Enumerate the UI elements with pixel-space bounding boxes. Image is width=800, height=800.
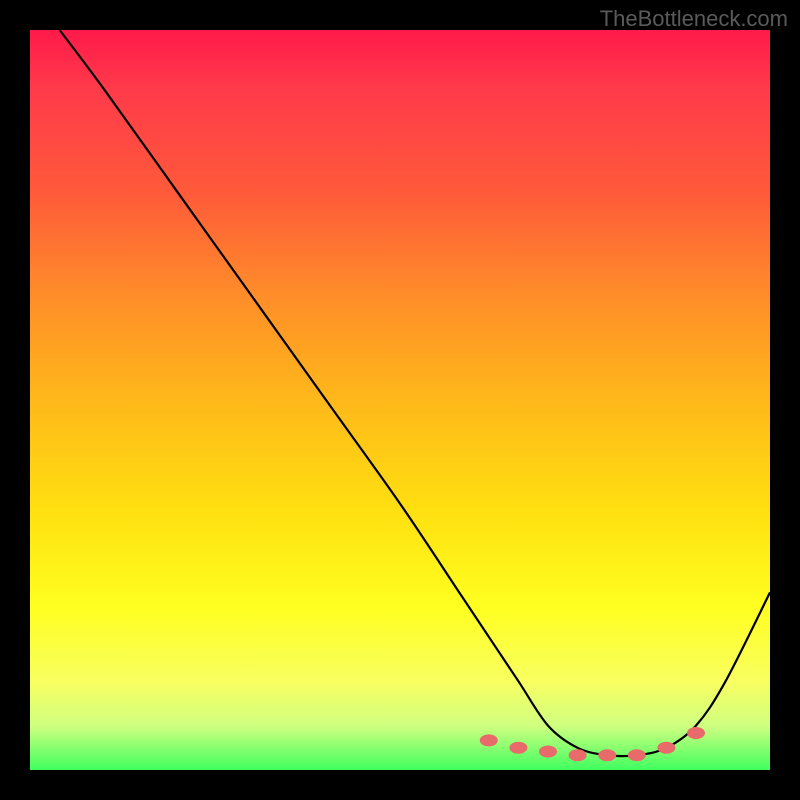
marker-dot [569,749,587,761]
marker-dot [480,734,498,746]
watermark-text: TheBottleneck.com [600,6,788,32]
marker-dot [598,749,616,761]
marker-dot [657,742,675,754]
marker-dot [687,727,705,739]
bottleneck-curve [60,30,770,756]
marker-dot [628,749,646,761]
marker-dot [539,746,557,758]
chart-svg [30,30,770,770]
marker-dot [509,742,527,754]
curve-markers [480,727,705,761]
